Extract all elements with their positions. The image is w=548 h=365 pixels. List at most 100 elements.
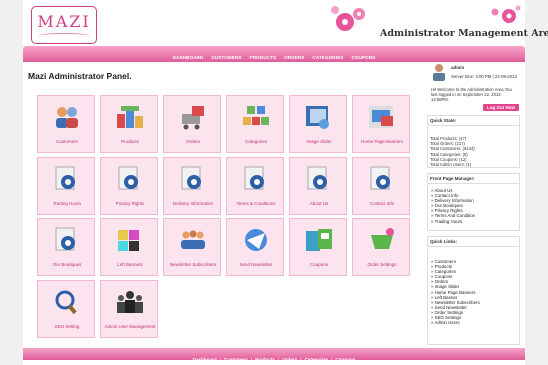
header: MAZI Administrator Management Area xyxy=(23,0,548,46)
tile-label: Image Slider xyxy=(306,139,332,144)
footer-separator: | xyxy=(331,357,333,362)
top-nav: DASHBOARD CUSTOMERS PRODUCTS ORDERS CATE… xyxy=(23,46,525,62)
tile-label: Order Settings xyxy=(367,262,397,267)
server-time: Server time: 3:00 PM | 22-09-2013 xyxy=(451,74,517,79)
footer-customers[interactable]: Customers xyxy=(224,357,248,362)
front-page-heading: Front Page Manager: xyxy=(428,174,519,184)
color-palette-icon xyxy=(118,230,139,251)
tile-label: Send Newsletter xyxy=(239,262,273,267)
tile-label: Trading Hours xyxy=(52,201,82,206)
tile-privacy-rights[interactable]: Privacy Rights xyxy=(100,157,158,215)
tile-home-page-banners[interactable]: Home Page Banners xyxy=(352,95,410,153)
tile-trading-hours[interactable]: Trading Hours xyxy=(37,157,95,215)
tile-label: Home Page Banners xyxy=(361,139,403,144)
document-icon xyxy=(244,166,264,190)
footer-orders[interactable]: Orders xyxy=(282,357,297,362)
tile-image-slider[interactable]: Image Slider xyxy=(289,95,347,153)
footer-separator: | xyxy=(250,357,253,362)
tile-admin-user-management[interactable]: Admin User Management xyxy=(100,280,158,338)
tile-label: About Us xyxy=(309,201,329,206)
tile-customers[interactable]: Customers xyxy=(37,95,95,153)
tile-newsletter-subscribers[interactable]: Newsletter Subscribers xyxy=(163,218,221,276)
quick-links-box: Quick Links: » Customers » Products » Ca… xyxy=(427,236,520,345)
welcome-message: Hi! Welcome to the Administration Area.Y… xyxy=(431,87,512,103)
logo-text: MAZI xyxy=(37,12,91,31)
header-title: Administrator Management Area xyxy=(380,28,548,39)
products-icon xyxy=(117,106,143,128)
tile-terms-conditions[interactable]: Terms & Conditions xyxy=(226,157,284,215)
nav-coupons[interactable]: COUPONS xyxy=(351,55,375,60)
tile-label: Delivery Information xyxy=(172,201,213,206)
footer-separator: | xyxy=(277,357,280,362)
tile-order-settings[interactable]: Order Settings xyxy=(352,218,410,276)
tile-label: Admin User Management xyxy=(104,324,156,329)
document-icon xyxy=(370,166,390,190)
document-icon xyxy=(55,166,75,190)
footer-separator: | xyxy=(219,357,221,362)
coupons-icon xyxy=(306,229,332,251)
tile-our-boutiques[interactable]: Our Boutiques xyxy=(37,218,95,276)
banners-icon xyxy=(369,106,393,128)
tile-orders[interactable]: Orders xyxy=(163,95,221,153)
tile-about-us[interactable]: About Us xyxy=(289,157,347,215)
tile-label: Contact Info xyxy=(369,201,395,206)
document-icon xyxy=(181,166,201,190)
admin-name: admin xyxy=(451,65,465,70)
tile-label: Newsletter Subscribers xyxy=(169,262,217,267)
tile-label: Orders xyxy=(186,139,200,144)
document-icon xyxy=(55,227,75,251)
footer-nav: Dashboard | Customers | Products | Order… xyxy=(23,348,525,362)
tile-label: Customers xyxy=(56,139,78,144)
order-settings-icon xyxy=(371,228,394,249)
tile-label: Coupons xyxy=(309,262,328,267)
document-icon xyxy=(118,166,138,190)
categories-icon xyxy=(243,106,269,125)
front-page-manager-box: Front Page Manager: » About Us » Contact… xyxy=(427,173,520,231)
tile-label: Privacy Rights xyxy=(115,201,145,206)
tile-seo-setting[interactable]: SEO Setting xyxy=(37,280,95,338)
footer-products[interactable]: Products xyxy=(255,357,275,362)
document-icon xyxy=(307,166,327,190)
logo-swirl xyxy=(38,33,90,39)
tile-label: Terms & Conditions xyxy=(236,201,276,206)
footer-separator: | xyxy=(300,357,302,362)
page-title: Mazi Administrator Panel. xyxy=(28,71,132,81)
subscribers-icon xyxy=(181,230,205,249)
quick-links-heading: Quick Links: xyxy=(428,237,519,247)
customers-icon xyxy=(56,107,78,128)
nav-products[interactable]: PRODUCTS xyxy=(250,55,277,60)
gears-decoration-icon xyxy=(331,5,521,31)
tile-send-newsletter[interactable]: Send Newsletter xyxy=(226,218,284,276)
admin-avatar xyxy=(433,64,445,81)
tile-products[interactable]: Products xyxy=(100,95,158,153)
tile-categories[interactable]: Categories xyxy=(226,95,284,153)
stat-line: Total Admin Users: (1) xyxy=(430,162,472,168)
nav-orders[interactable]: ORDERS xyxy=(284,55,304,60)
logo[interactable]: MAZI xyxy=(31,6,97,44)
tile-contact-info[interactable]: Contact Info xyxy=(352,157,410,215)
admin-users-icon xyxy=(117,291,143,313)
nav-categories[interactable]: CATEGORIES xyxy=(312,55,343,60)
tile-label: Products xyxy=(121,139,139,144)
footer-dashboard[interactable]: Dashboard xyxy=(193,357,217,362)
orders-icon xyxy=(182,106,204,130)
nav-dashboard[interactable]: DASHBOARD xyxy=(173,55,204,60)
tile-label: Categories xyxy=(245,139,267,144)
footer-coupons[interactable]: Coupons xyxy=(335,357,355,362)
tile-label: SEO Setting xyxy=(54,324,80,329)
tile-label: Our Boutiques xyxy=(52,262,82,267)
tile-coupons[interactable]: Coupons xyxy=(289,218,347,276)
quick-link[interactable]: » Admin Users xyxy=(428,320,519,325)
logout-button[interactable]: Log Out Now xyxy=(483,104,519,111)
front-page-link[interactable]: » Trading Hours xyxy=(428,219,519,224)
quick-state-heading: Quick State: xyxy=(428,116,519,126)
nav-customers[interactable]: CUSTOMERS xyxy=(211,55,241,60)
send-newsletter-icon xyxy=(245,229,267,251)
seo-icon xyxy=(55,290,77,315)
footer-categories[interactable]: Categories xyxy=(304,357,328,362)
tile-left-banners[interactable]: Left Banners xyxy=(100,218,158,276)
tile-delivery-information[interactable]: Delivery Information xyxy=(163,157,221,215)
tile-label: Left Banners xyxy=(117,262,143,267)
quick-state-box: Quick State: Total Products: (47) Total … xyxy=(427,115,520,168)
image-slider-icon xyxy=(306,106,329,129)
